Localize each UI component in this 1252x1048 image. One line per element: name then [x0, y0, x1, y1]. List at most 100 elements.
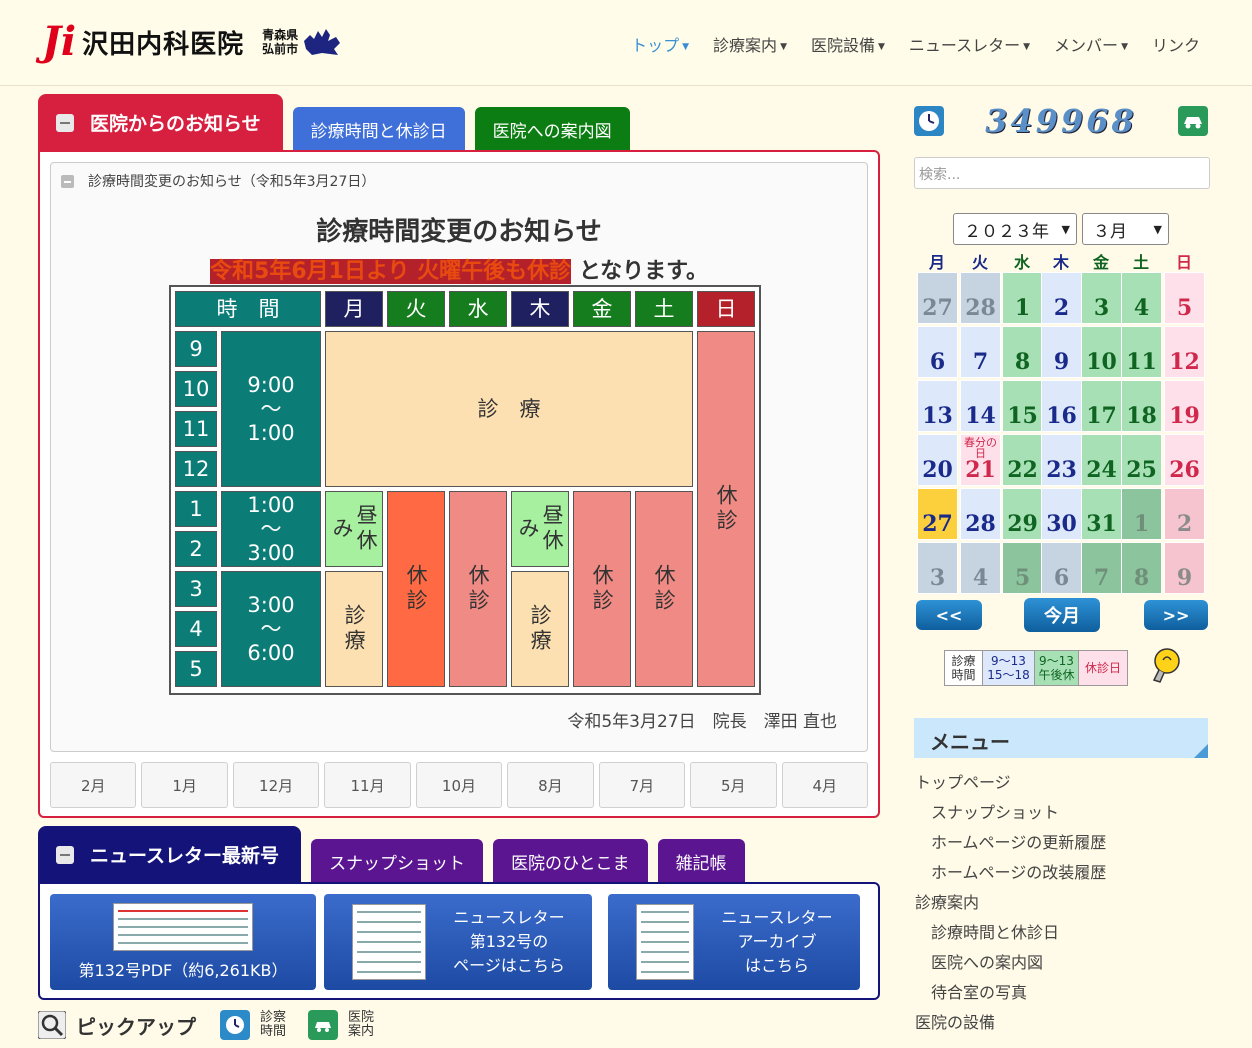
- month-tab-3[interactable]: 11月: [324, 762, 411, 808]
- search-input[interactable]: 検索...: [914, 157, 1210, 189]
- month-tab-2[interactable]: 12月: [232, 762, 320, 808]
- calendar-day[interactable]: 25: [1121, 434, 1162, 486]
- nav-item-5[interactable]: リンク: [1152, 32, 1200, 56]
- calendar-day[interactable]: 26: [1164, 434, 1205, 486]
- calendar-day[interactable]: 2: [1164, 488, 1205, 540]
- calendar-year-select[interactable]: ２０２３年 ▼: [953, 213, 1077, 245]
- nav-item-4[interactable]: メンバー ▼: [1054, 32, 1128, 56]
- calendar-day[interactable]: 15: [1002, 380, 1043, 432]
- calendar-day[interactable]: 20: [917, 434, 958, 486]
- calendar-day[interactable]: 8: [1002, 326, 1043, 378]
- calendar-day[interactable]: 2: [1041, 272, 1082, 324]
- calendar-day[interactable]: 5: [1164, 272, 1205, 324]
- calendar-day[interactable]: 1: [1002, 272, 1043, 324]
- calendar-day[interactable]: 24: [1081, 434, 1122, 486]
- calendar-day[interactable]: 27: [917, 272, 958, 324]
- calendar-day[interactable]: 9: [1041, 326, 1082, 378]
- nav-item-3[interactable]: ニュースレター ▼: [909, 32, 1030, 56]
- pickup-directions-link[interactable]: 医院 案内: [348, 1011, 374, 1039]
- calendar-day[interactable]: 3: [917, 542, 958, 594]
- sidebar-menu-item[interactable]: スナップショット: [915, 800, 1106, 830]
- calendar-day[interactable]: 3: [1081, 272, 1122, 324]
- clock-icon[interactable]: [914, 106, 944, 136]
- calendar-day[interactable]: 13: [917, 380, 958, 432]
- month-tab-1[interactable]: 1月: [141, 762, 228, 808]
- calendar-day[interactable]: 30: [1041, 488, 1082, 540]
- car-icon[interactable]: [308, 1010, 339, 1040]
- newsletter-archive-button[interactable]: ニュースレター アーカイブ はこちら: [608, 894, 860, 990]
- calendar-day[interactable]: 19: [1164, 380, 1205, 432]
- calendar-day-number: 21: [965, 457, 996, 483]
- sidebar-menu-item[interactable]: 診療案内: [915, 890, 1106, 920]
- month-tab-7[interactable]: 5月: [690, 762, 777, 808]
- pickup-hours-link[interactable]: 診察 時間: [260, 1011, 286, 1039]
- tabs1-tab-1[interactable]: 診療時間と休診日: [292, 107, 465, 151]
- sidebar-menu-item[interactable]: 医院への案内図: [915, 950, 1106, 980]
- collapse-icon[interactable]: [61, 174, 74, 188]
- calendar-day[interactable]: 17: [1081, 380, 1122, 432]
- calendar-day[interactable]: 8: [1121, 542, 1162, 594]
- site-logo[interactable]: Ji 沢田内科医院 青森県 弘前市: [42, 22, 342, 62]
- tabs1-tab-2[interactable]: 医院への案内図: [474, 107, 630, 151]
- newsletter-archive-line3: はこちら: [744, 956, 809, 975]
- month-tab-4[interactable]: 10月: [415, 762, 503, 808]
- nav-item-2[interactable]: 医院設備 ▼: [811, 32, 885, 56]
- calendar-month-select[interactable]: ３月 ▼: [1082, 213, 1169, 245]
- nav-item-1[interactable]: 診療案内 ▼: [713, 32, 787, 56]
- logo-loc-pref: 青森県: [262, 28, 299, 42]
- car-icon[interactable]: [1178, 106, 1208, 136]
- calendar-day-number: 4: [1133, 295, 1150, 321]
- calendar-next-button[interactable]: >>: [1144, 600, 1208, 630]
- tabs2-tab-2[interactable]: 医院のひとこま: [493, 839, 648, 883]
- month-tab-0[interactable]: 2月: [50, 762, 137, 808]
- tabs2-tab-1[interactable]: スナップショット: [311, 839, 484, 883]
- clock-icon[interactable]: [220, 1010, 250, 1040]
- calendar-day[interactable]: 14: [960, 380, 1001, 432]
- nav-item-0[interactable]: トップ ▼: [631, 32, 689, 56]
- month-tab-5[interactable]: 8月: [507, 762, 594, 808]
- newsletter-page-button[interactable]: ニュースレター 第132号の ページはこちら: [324, 894, 592, 990]
- sidebar-menu-item[interactable]: 待合室の写真: [915, 980, 1106, 1010]
- tabs2-tab-3[interactable]: 雑記帳: [657, 839, 745, 883]
- calendar-day[interactable]: 春分の日 21: [960, 434, 1001, 486]
- calendar-day[interactable]: 22: [1002, 434, 1043, 486]
- calendar-day[interactable]: 27: [917, 488, 958, 540]
- calendar-day[interactable]: 9: [1164, 542, 1205, 594]
- calendar-day[interactable]: 11: [1121, 326, 1162, 378]
- calendar-day[interactable]: 18: [1121, 380, 1162, 432]
- sidebar-menu-item[interactable]: 医院の設備: [915, 1010, 1106, 1040]
- calendar-day[interactable]: 16: [1041, 380, 1082, 432]
- calendar-day[interactable]: 4: [960, 542, 1001, 594]
- calendar-day[interactable]: 1: [1121, 488, 1162, 540]
- calendar-day-number: 26: [1169, 457, 1200, 483]
- calendar-day[interactable]: 31: [1081, 488, 1122, 540]
- calendar-day[interactable]: 10: [1081, 326, 1122, 378]
- sidebar-menu-item[interactable]: ホームページの更新履歴: [915, 830, 1106, 860]
- calendar-day[interactable]: 7: [1081, 542, 1122, 594]
- calendar-day[interactable]: 28: [960, 488, 1001, 540]
- calendar-day[interactable]: 4: [1121, 272, 1162, 324]
- notice-subpanel: 診療時間変更のお知らせ（令和5年3月27日） 診療時間変更のお知らせ 令和5年6…: [50, 162, 868, 752]
- calendar-day[interactable]: 6: [1041, 542, 1082, 594]
- newsletter-pdf-button[interactable]: 第132号PDF（約6,261KB）: [50, 894, 316, 990]
- calendar-day[interactable]: 7: [960, 326, 1001, 378]
- month-tab-6[interactable]: 7月: [598, 762, 686, 808]
- schedule-mon-lunch: 昼休み: [325, 491, 383, 567]
- sidebar-menu-item[interactable]: 診療時間と休診日: [915, 920, 1106, 950]
- month-tab-8[interactable]: 4月: [781, 762, 868, 808]
- calendar-day[interactable]: 23: [1041, 434, 1082, 486]
- calendar-today-button[interactable]: 今月: [1024, 598, 1100, 632]
- tab-label: 診療時間と休診日: [310, 121, 447, 142]
- sidebar-menu-item[interactable]: ホームページの改装履歴: [915, 860, 1106, 890]
- lightbulb-icon[interactable]: [1148, 646, 1182, 688]
- calendar-day[interactable]: 6: [917, 326, 958, 378]
- calendar-day[interactable]: 28: [960, 272, 1001, 324]
- tabs1-tab-0[interactable]: 医院からのお知らせ: [38, 94, 283, 151]
- calendar-prev-button[interactable]: <<: [916, 600, 982, 630]
- sidebar-menu-item[interactable]: トップページ: [915, 770, 1106, 800]
- calendar-day[interactable]: 29: [1002, 488, 1043, 540]
- calendar-day[interactable]: 5: [1002, 542, 1043, 594]
- tabs2-tab-0[interactable]: ニュースレター最新号: [38, 826, 302, 883]
- notice-subpanel-title[interactable]: 診療時間変更のお知らせ（令和5年3月27日）: [61, 171, 375, 191]
- calendar-day[interactable]: 12: [1164, 326, 1205, 378]
